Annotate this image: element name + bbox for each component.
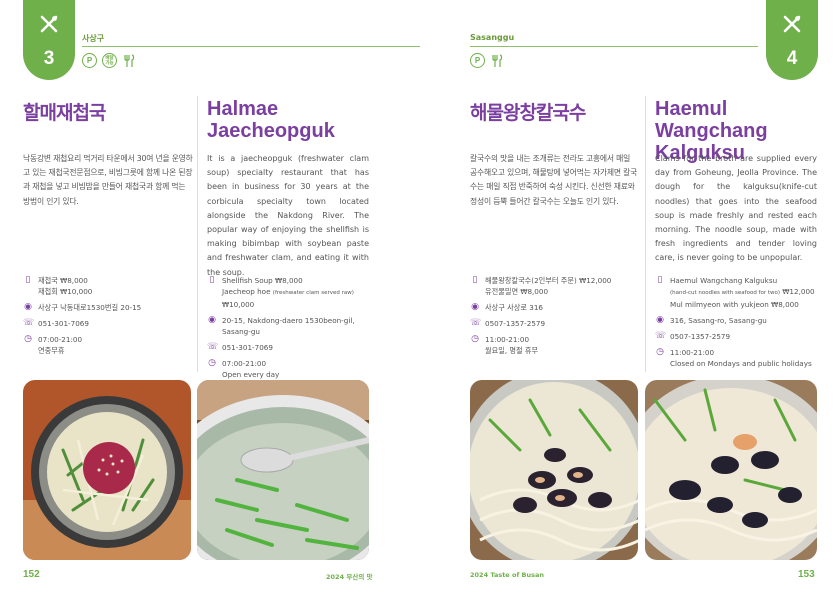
description-en: It is a jaecheopguk (freshwater clam sou…: [207, 154, 369, 277]
menu-book-icon: ▯: [25, 275, 31, 285]
hours-row: ◷ 11:00-21:00 월요일, 명절 휴무: [471, 334, 539, 355]
info-block-ko: ▯ 재첩국 ₩8,000 재첩회 ₩10,000 ◉ 사상구 낙동대로1530번길 2…: [23, 275, 193, 361]
restaurant-title-ko: 할매재첩국: [23, 102, 106, 124]
kalguksu-photo: [470, 380, 638, 560]
menu-book-icon: ▯: [472, 275, 478, 285]
amenity-icons: P: [470, 53, 505, 68]
address-row: ◉ 316, Sasang-ro, Sasang-gu: [656, 315, 767, 325]
phone-row: ☏ 051-301-7069: [23, 318, 89, 328]
hours-row: ◷ 11:00-21:00 Closed on Mondays and public…: [656, 347, 812, 368]
phone-icon: ☏: [207, 342, 219, 352]
clock-icon: ◷: [24, 334, 32, 344]
delivery-icon: 배달 가능: [102, 53, 117, 68]
hours-row: ◷ 07:00-21:00 연중무휴: [24, 334, 83, 355]
bibimbap-photo: [23, 380, 191, 560]
description-ko: 낙동강변 재첩요리 먹거리 타운에서 30여 년을 운영하고 있는 재첩국전문점…: [23, 154, 193, 206]
column-divider: [645, 96, 646, 372]
column-divider: [197, 96, 198, 372]
district-label: Sasanggu: [470, 33, 515, 42]
footer-title: 2024 부산의 맛: [326, 573, 373, 581]
header-rule: [82, 46, 420, 47]
page-number: 152: [23, 569, 40, 580]
clam-soup-photo: [197, 380, 369, 560]
info-block-en: ▯ Shellfish Soup ₩8,000 Jaecheop hoe (fres…: [207, 275, 377, 385]
location-pin-icon: ◉: [208, 315, 216, 325]
kids-menu-icon: [490, 53, 505, 68]
description-ko: 칼국수의 맛을 내는 조개류는 전라도 고흥에서 매일 공수해오고 있으며, 해…: [470, 154, 638, 206]
page-number: 153: [798, 569, 815, 580]
info-block-ko: ▯ 해물왕창칼국수(2인부터 주문) ₩12,000 유전물밀면 ₩8,000 ◉ 사…: [470, 275, 640, 361]
kids-menu-icon: [122, 53, 137, 68]
hours-row: ◷ 07:00-21:00 Open every day: [208, 358, 280, 379]
category-tab-left: 3: [23, 0, 75, 80]
utensils-icon: [40, 15, 58, 33]
restaurant-number: 4: [786, 48, 798, 69]
phone-row: ☏ 051-301-7069: [207, 342, 273, 352]
phone-icon: ☏: [470, 318, 482, 328]
category-tab-right: 4: [766, 0, 818, 80]
address-row: ◉ 사상구 사상로 316: [471, 302, 543, 312]
header-rule: [470, 46, 758, 47]
clock-icon: ◷: [208, 358, 216, 368]
location-pin-icon: ◉: [656, 315, 664, 325]
location-pin-icon: ◉: [24, 302, 32, 312]
amenity-icons: P 배달 가능: [82, 53, 137, 68]
phone-row: ☏ 0507-1357-2579: [655, 331, 731, 341]
parking-icon: P: [470, 53, 485, 68]
menu-row: ▯ Shellfish Soup ₩8,000 Jaecheop hoe (fres…: [207, 275, 377, 310]
menu-book-icon: ▯: [209, 275, 215, 285]
phone-icon: ☏: [23, 318, 35, 328]
parking-icon: P: [82, 53, 97, 68]
info-block-en: ▯ Haemul Wangchang Kalguksu (hand-cut nood…: [655, 275, 820, 374]
address-row: ◉ 사상구 낙동대로1530번길 20-15: [24, 302, 142, 312]
menu-row: ▯ 재첩국 ₩8,000 재첩회 ₩10,000: [23, 275, 193, 297]
address-row: ◉ 20-15, Nakdong-daero 1530beon-gil, Sasa…: [208, 315, 355, 336]
district-label: 사상구: [82, 34, 105, 43]
clock-icon: ◷: [471, 334, 479, 344]
menu-row: ▯ 해물왕창칼국수(2인부터 주문) ₩12,000 유전물밀면 ₩8,000: [470, 275, 640, 297]
utensils-icon: [783, 15, 801, 33]
phone-row: ☏ 0507-1357-2579: [470, 318, 546, 328]
menu-book-icon: ▯: [657, 275, 663, 285]
footer-title: 2024 Taste of Busan: [470, 571, 545, 579]
restaurant-title-ko: 해물왕창칼국수: [470, 102, 586, 124]
menu-row: ▯ Haemul Wangchang Kalguksu (hand-cut nood…: [655, 275, 820, 310]
restaurant-number: 3: [43, 48, 55, 69]
phone-icon: ☏: [655, 331, 667, 341]
restaurant-title-en: Halmae Jaecheopguk: [207, 98, 335, 142]
seafood-noodle-photo: [645, 380, 817, 560]
location-pin-icon: ◉: [471, 302, 479, 312]
clock-icon: ◷: [656, 347, 664, 357]
description-en: Clams for the broth are supplied every d…: [655, 154, 817, 263]
